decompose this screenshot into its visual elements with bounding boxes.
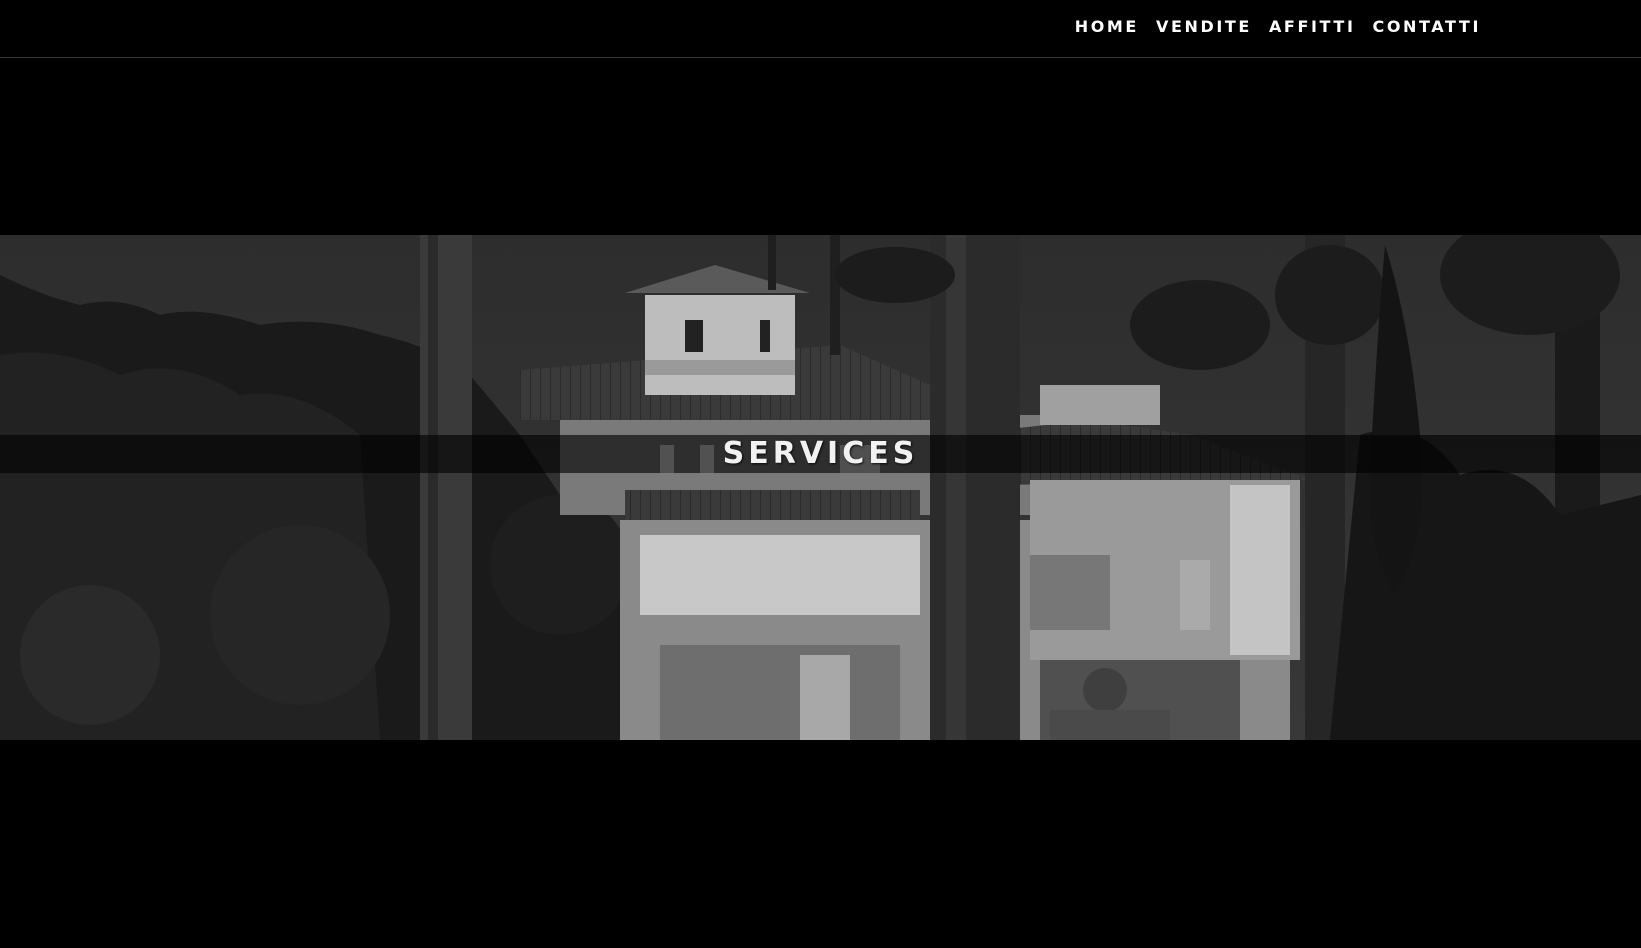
- nav-home-link[interactable]: HOME: [1075, 18, 1139, 36]
- nav-affitti-link[interactable]: AFFITTI: [1269, 18, 1356, 36]
- main-nav: HOME VENDITE AFFITTI CONTATTI: [1075, 18, 1481, 36]
- hero-villa-image: [0, 235, 1641, 740]
- top-navigation-bar: HOME VENDITE AFFITTI CONTATTI: [0, 0, 1641, 58]
- hero-banner: SERVICES: [0, 235, 1641, 740]
- nav-contatti-link[interactable]: CONTATTI: [1373, 18, 1482, 36]
- page-title: SERVICES: [722, 436, 919, 471]
- nav-vendite-link[interactable]: VENDITE: [1156, 18, 1252, 36]
